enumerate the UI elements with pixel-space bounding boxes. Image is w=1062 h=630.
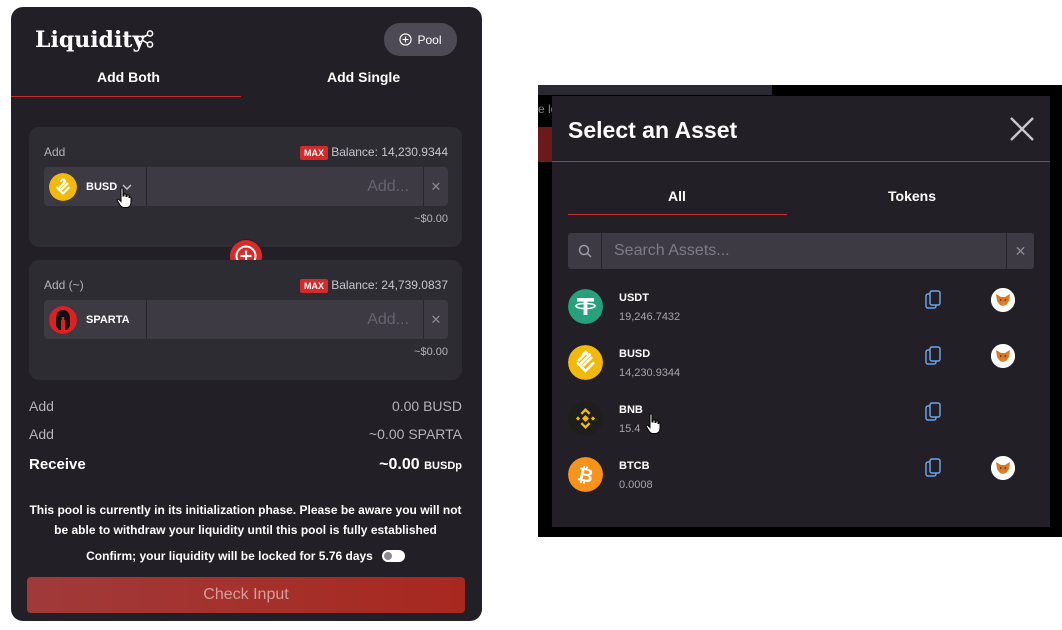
select-asset-modal: Select an Asset All Tokens ✕ USDT 19,246…: [552, 96, 1050, 527]
asset-balance: 14,230.9344: [619, 367, 681, 379]
balance-text: Balance: 14,230.9344: [331, 145, 448, 159]
usdt-icon: [568, 289, 603, 324]
asset-name: BUSD: [619, 348, 651, 360]
check-input-button[interactable]: Check Input: [27, 577, 465, 613]
input-label: Add (~): [44, 278, 84, 292]
summary-row: Add ~0.00 SPARTA: [29, 426, 462, 442]
summary-value: 0.00 BUSD: [391, 398, 462, 414]
confirm-row: Confirm; your liquidity will be locked f…: [29, 549, 462, 563]
confirm-text: Confirm; your liquidity will be locked f…: [86, 549, 373, 563]
asset-item-bnb[interactable]: BNB 15.4: [568, 394, 1034, 444]
share-icon[interactable]: [136, 30, 154, 48]
search-icon: [578, 244, 592, 258]
busd-icon: [568, 345, 603, 380]
asset-name: BTCB: [619, 460, 650, 472]
page-title: Liquidity: [35, 27, 146, 53]
input-panel-busd: Add MAX Balance: 14,230.9344 BUSD Add...…: [29, 127, 462, 247]
active-tab-indicator: [11, 96, 241, 97]
asset-item-btcb[interactable]: ₿ BTCB 0.0008: [568, 450, 1034, 500]
active-tab-indicator: [568, 214, 787, 215]
max-button[interactable]: MAX: [300, 146, 328, 160]
plus-circle-icon: [399, 33, 413, 46]
token-name: BUSD: [86, 180, 118, 193]
token-select-sparta[interactable]: SPARTA: [44, 300, 147, 339]
clear-search-button[interactable]: ✕: [1006, 233, 1034, 269]
pool-button[interactable]: Pool: [384, 23, 457, 56]
bnb-icon: [568, 401, 603, 436]
copy-icon[interactable]: [925, 402, 941, 422]
copy-icon[interactable]: [925, 346, 941, 366]
liquidity-card: Liquidity Pool Add Both Add Single Add M…: [11, 7, 482, 621]
metamask-icon[interactable]: [991, 456, 1015, 480]
busd-icon: [49, 172, 77, 201]
receive-amount: ~0.00: [379, 456, 420, 473]
btcb-icon: ₿: [568, 457, 603, 492]
token-name: SPARTA: [86, 313, 130, 326]
asset-input-row: BUSD ✕: [44, 167, 448, 206]
pool-button-label: Pool: [417, 32, 442, 47]
amount-input-sparta[interactable]: [147, 300, 423, 339]
backdrop-strip: [538, 85, 772, 95]
clear-button[interactable]: ✕: [423, 300, 448, 339]
max-button[interactable]: MAX: [300, 279, 328, 293]
metamask-icon[interactable]: [991, 344, 1015, 368]
tab-all[interactable]: All: [668, 188, 686, 204]
receive-value: ~0.00 BUSDp: [379, 456, 462, 474]
summary-label: Add: [29, 426, 54, 442]
metamask-icon[interactable]: [991, 288, 1015, 312]
usd-value: ~$0.00: [414, 213, 448, 225]
asset-balance: 19,246.7432: [619, 311, 681, 323]
balance-text: Balance: 24,739.0837: [331, 278, 448, 292]
asset-balance: 0.0008: [619, 479, 653, 491]
tab-add-single[interactable]: Add Single: [327, 69, 400, 85]
asset-input-row: SPARTA ✕: [44, 300, 448, 339]
confirm-toggle[interactable]: [381, 550, 405, 562]
amount-input-busd[interactable]: [147, 167, 423, 206]
search-box: ✕: [568, 233, 1034, 269]
backdrop-red-block: [538, 127, 552, 162]
tab-add-both[interactable]: Add Both: [97, 69, 160, 85]
asset-name: USDT: [619, 292, 649, 304]
summary-value: ~0.00 SPARTA: [369, 426, 462, 442]
sparta-icon: [49, 305, 77, 334]
chevron-down-icon: [122, 184, 132, 190]
asset-name: BNB: [619, 404, 643, 416]
search-icon-wrap: [568, 233, 602, 269]
asset-item-busd[interactable]: BUSD 14,230.9344: [568, 338, 1034, 388]
copy-icon[interactable]: [925, 290, 941, 310]
usd-value: ~$0.00: [414, 346, 448, 358]
input-panel-sparta: Add (~) MAX Balance: 24,739.0837 SPARTA …: [29, 260, 462, 380]
init-phase-notice: This pool is currently in its initializa…: [29, 503, 462, 537]
search-input[interactable]: [602, 233, 1004, 269]
asset-item-usdt[interactable]: USDT 19,246.7432: [568, 282, 1034, 332]
modal-divider: [552, 161, 1050, 162]
asset-balance: 15.4: [619, 423, 641, 435]
tab-tokens[interactable]: Tokens: [888, 188, 936, 204]
summary-label: Add: [29, 398, 54, 414]
copy-icon[interactable]: [925, 458, 941, 478]
clear-button[interactable]: ✕: [423, 167, 448, 206]
receive-unit: BUSDp: [424, 460, 462, 472]
summary-row: Add 0.00 BUSD: [29, 398, 462, 414]
token-select-busd[interactable]: BUSD: [44, 167, 147, 206]
modal-title: Select an Asset: [568, 117, 738, 143]
receive-row: Receive ~0.00 BUSDp: [29, 456, 462, 474]
receive-label: Receive: [29, 456, 86, 473]
input-label: Add: [44, 145, 66, 159]
close-icon[interactable]: [1008, 115, 1036, 143]
